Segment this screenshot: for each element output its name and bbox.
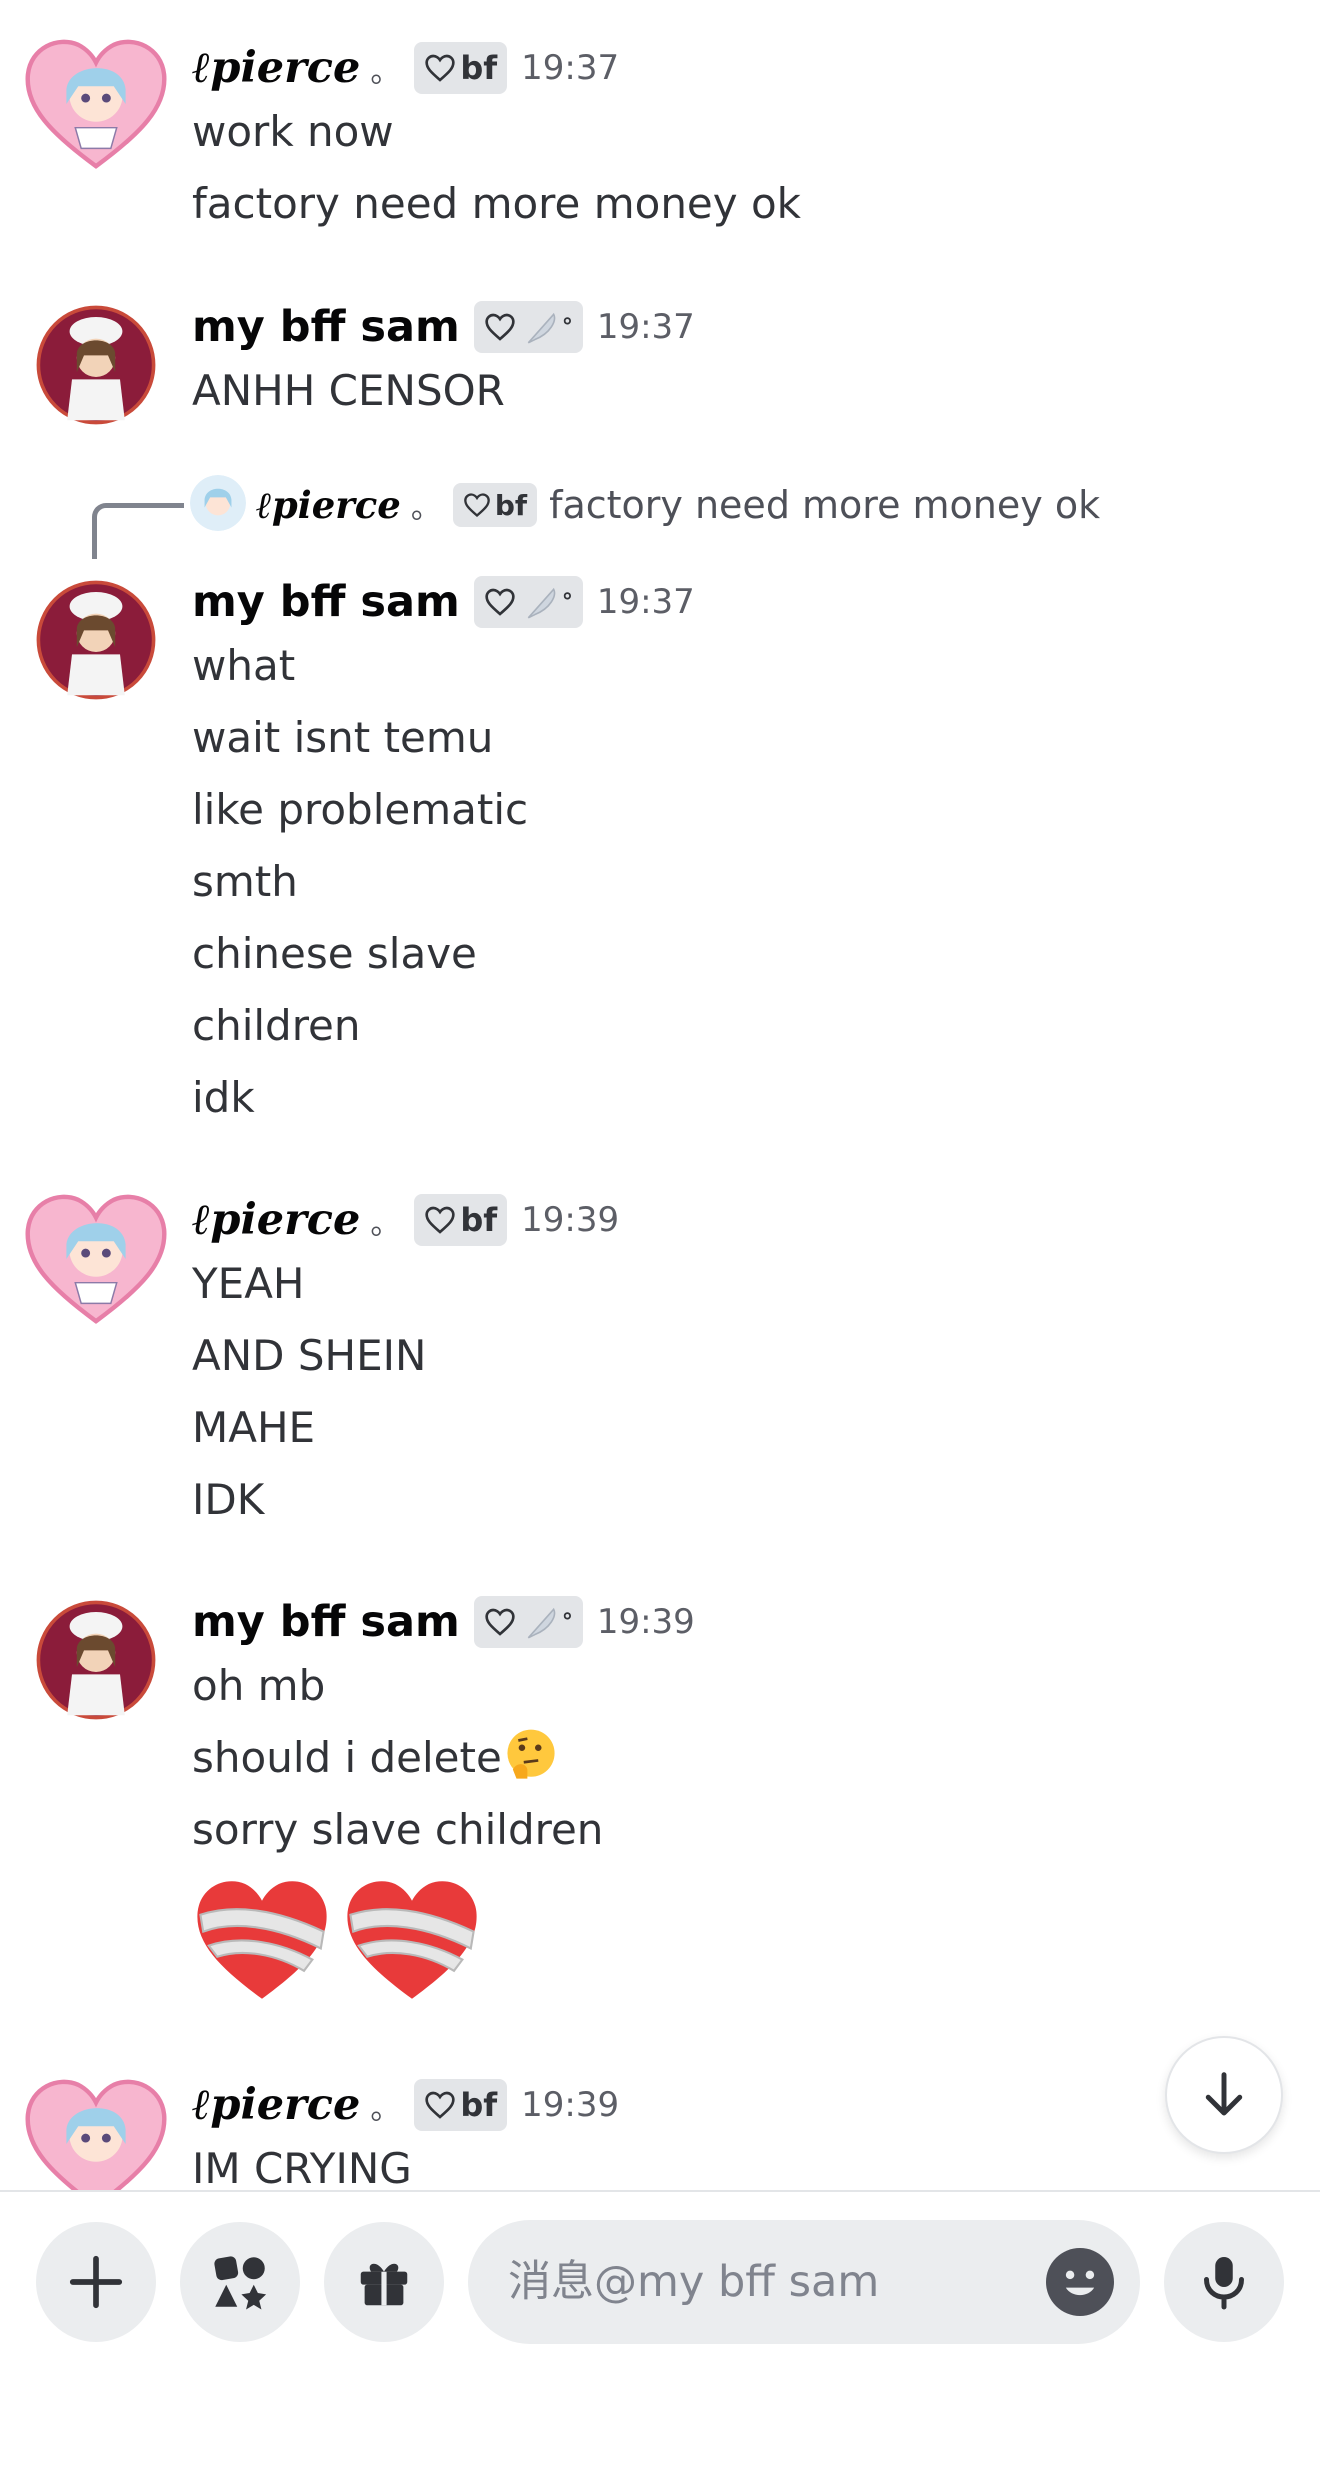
- avatar-sam[interactable]: [36, 580, 156, 700]
- heart-outline-icon: [425, 1206, 456, 1234]
- timestamp: 19:37: [521, 48, 620, 88]
- message-line-with-emoji[interactable]: should i delete: [192, 1722, 560, 1794]
- author-name[interactable]: my bff sam: [192, 302, 460, 352]
- feather-icon: [527, 1607, 556, 1639]
- author-name[interactable]: ℓpierce。: [192, 43, 400, 93]
- timestamp: 19:39: [596, 1602, 695, 1642]
- message-line[interactable]: idk: [192, 1062, 255, 1134]
- role-tag[interactable]: bf: [414, 1194, 508, 1246]
- message-list[interactable]: ℓpierce。 bf 19:37 work now factory need …: [0, 0, 1320, 2190]
- message-line[interactable]: chinese slave: [192, 918, 477, 990]
- gift-button[interactable]: [324, 2222, 444, 2342]
- message-line[interactable]: what: [192, 630, 295, 702]
- reply-avatar: [190, 475, 246, 531]
- message-line[interactable]: IDK: [192, 1464, 264, 1536]
- apps-icon: [214, 2256, 267, 2310]
- message-line[interactable]: smth: [192, 846, 298, 918]
- avatar-pierce[interactable]: [22, 2070, 170, 2190]
- role-tag[interactable]: °: [473, 301, 583, 353]
- author-name[interactable]: ℓpierce。: [192, 2080, 400, 2130]
- mending-heart-emoji-icon: [197, 1881, 327, 1999]
- message-line[interactable]: sorry slave children: [192, 1794, 603, 1866]
- message-line[interactable]: IM CRYING: [192, 2133, 412, 2190]
- message-line[interactable]: YEAH: [192, 1248, 305, 1320]
- reply-spine: [92, 503, 184, 559]
- message-line[interactable]: ANHH CENSOR: [192, 355, 505, 427]
- heart-outline-icon: [425, 2091, 456, 2119]
- message-line[interactable]: work now: [192, 96, 394, 168]
- message-input-container[interactable]: [468, 2220, 1140, 2344]
- feather-icon: [527, 312, 556, 344]
- role-tag[interactable]: bf: [414, 2079, 508, 2131]
- microphone-icon: [1204, 2257, 1244, 2310]
- avatar-pierce[interactable]: [22, 1185, 170, 1333]
- author-name[interactable]: my bff sam: [192, 577, 460, 627]
- heart-outline-icon: [485, 1608, 515, 1636]
- apps-button[interactable]: [180, 2222, 300, 2342]
- emoji-button[interactable]: [1046, 2248, 1114, 2316]
- heart-outline-icon: [464, 493, 490, 518]
- author-name[interactable]: my bff sam: [192, 1597, 460, 1647]
- emoji-icon: [1065, 2270, 1095, 2296]
- reply-author[interactable]: ℓpierce。: [256, 483, 441, 528]
- plus-icon: [69, 2255, 123, 2309]
- role-tag[interactable]: bf: [414, 42, 508, 94]
- role-tag[interactable]: bf: [452, 483, 538, 527]
- thinking-face-emoji-icon: [507, 1729, 555, 1779]
- heart-outline-icon: [425, 54, 456, 82]
- timestamp: 19:37: [596, 307, 695, 347]
- message-text: should i delete: [192, 1733, 502, 1782]
- voice-message-button[interactable]: [1164, 2222, 1284, 2342]
- message-line[interactable]: MAHE: [192, 1392, 315, 1464]
- feather-icon: [527, 587, 556, 619]
- timestamp: 19:39: [521, 1200, 620, 1240]
- heart-outline-icon: [485, 313, 515, 341]
- heart-outline-icon: [485, 588, 515, 616]
- reply-text[interactable]: factory need more money ok: [549, 483, 1100, 527]
- role-tag[interactable]: °: [473, 1596, 583, 1648]
- role-tag[interactable]: °: [473, 576, 583, 628]
- avatar-pierce[interactable]: [22, 30, 170, 178]
- mending-heart-emoji-icon: [347, 1881, 477, 1999]
- message-line[interactable]: factory need more money ok: [192, 168, 801, 240]
- message-input[interactable]: [508, 2257, 1028, 2307]
- emoji-row[interactable]: [192, 1870, 482, 2010]
- timestamp: 19:39: [521, 2085, 620, 2125]
- message-line[interactable]: children: [192, 990, 361, 1062]
- message-line[interactable]: like problematic: [192, 774, 528, 846]
- avatar-sam[interactable]: [36, 305, 156, 425]
- arrow-down-icon: [1205, 2072, 1243, 2116]
- message-line[interactable]: AND SHEIN: [192, 1320, 426, 1392]
- message-line[interactable]: wait isnt temu: [192, 702, 493, 774]
- reply-preview[interactable]: ℓpierce。 bf factory need more money ok: [92, 475, 1192, 559]
- author-name[interactable]: ℓpierce。: [192, 1195, 400, 1245]
- gift-icon: [360, 2263, 408, 2306]
- avatar-sam[interactable]: [36, 1600, 156, 1720]
- plus-button[interactable]: [36, 2222, 156, 2342]
- jump-to-bottom-button[interactable]: [1165, 2036, 1283, 2154]
- message-line[interactable]: oh mb: [192, 1650, 325, 1722]
- timestamp: 19:37: [596, 582, 695, 622]
